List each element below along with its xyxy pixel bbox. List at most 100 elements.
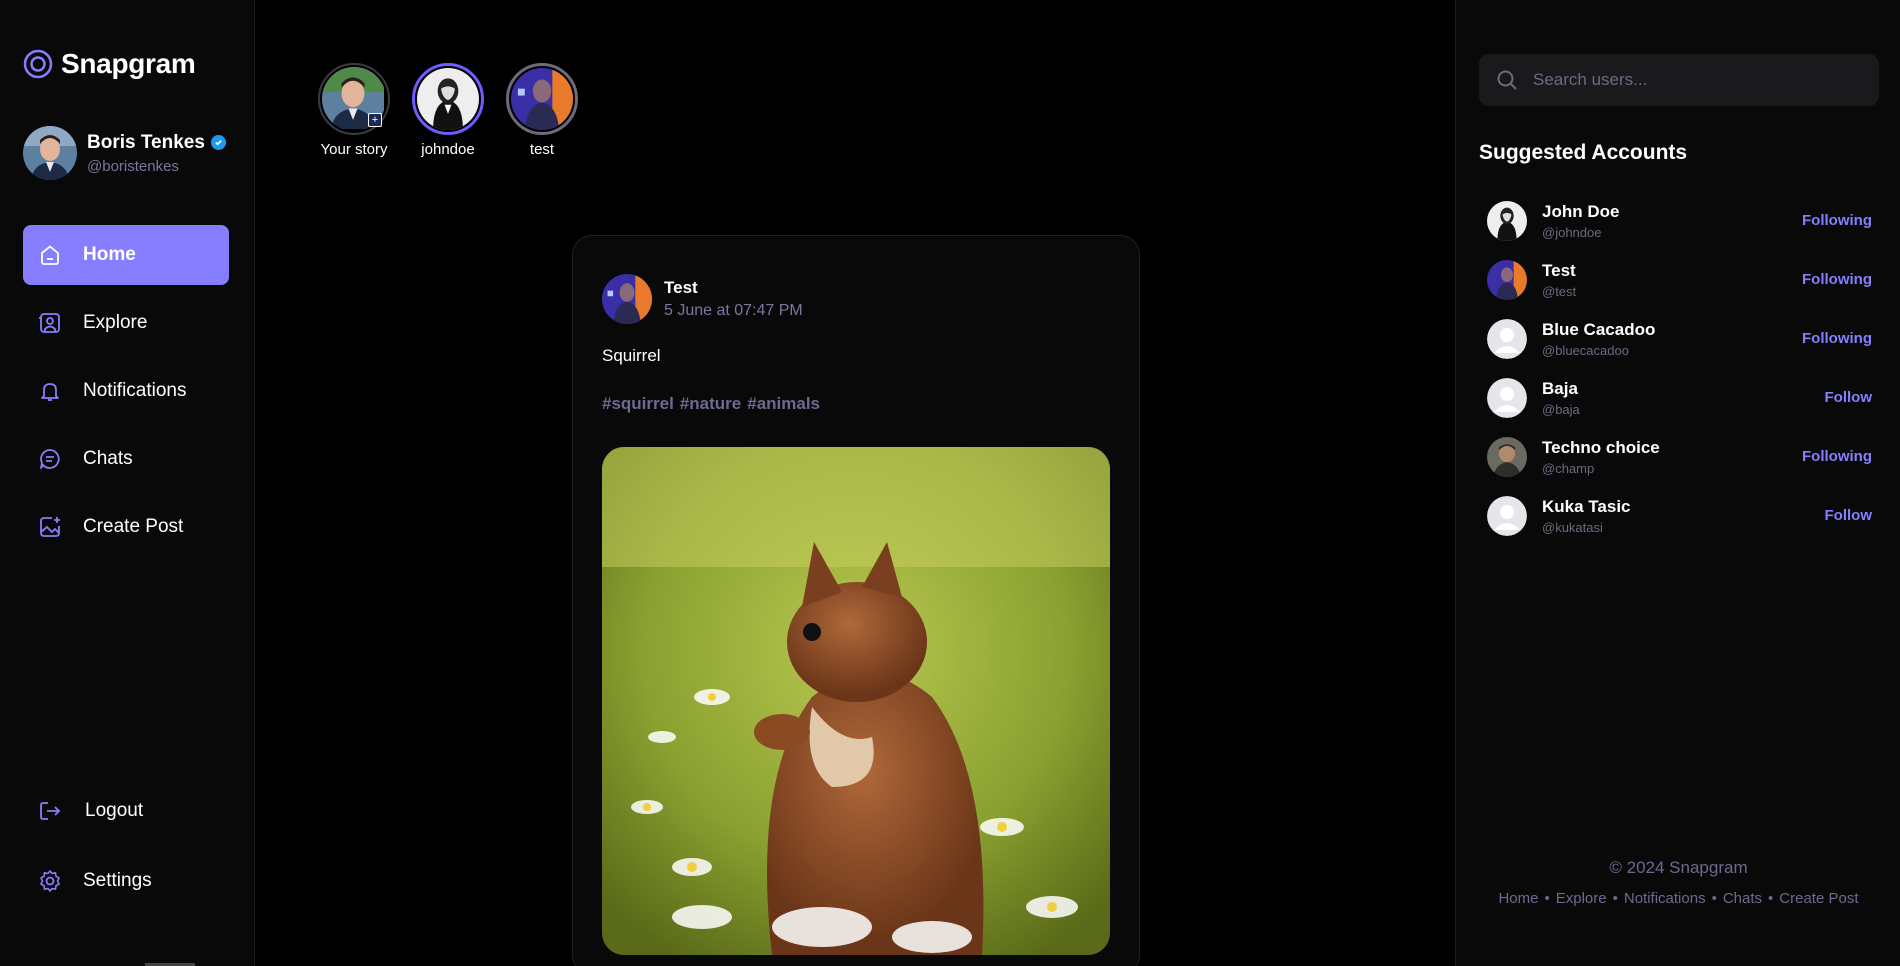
footer-links: Home • Explore • Notifications • Chats •… xyxy=(1456,890,1900,907)
list-item[interactable]: Baja @baja Follow xyxy=(1487,368,1872,427)
account-name: Kuka Tasic xyxy=(1542,496,1631,516)
follow-button[interactable]: Follow xyxy=(1825,507,1873,524)
nav-item-notifications[interactable]: Notifications xyxy=(23,361,229,421)
verified-badge-icon xyxy=(210,135,226,150)
story-label: test xyxy=(529,141,555,158)
hashtag[interactable]: #animals xyxy=(747,394,820,414)
home-icon xyxy=(41,245,59,265)
create-post-icon xyxy=(40,517,60,537)
follow-button[interactable]: Following xyxy=(1802,330,1872,347)
bell-icon xyxy=(41,383,59,401)
avatar xyxy=(1487,377,1527,418)
account-handle: @kukatasi xyxy=(1542,519,1603,535)
follow-button[interactable]: Following xyxy=(1802,271,1872,288)
separator: • xyxy=(1768,890,1774,907)
story-item-test[interactable]: test xyxy=(506,63,578,158)
app-logo[interactable]: Snapgram xyxy=(23,48,196,80)
separator: • xyxy=(1711,890,1717,907)
search-icon xyxy=(1497,70,1517,90)
story-item-johndoe[interactable]: johndoe xyxy=(412,63,484,158)
left-sidebar: Snapgram Boris Tenkes @boristenkes Home … xyxy=(0,0,255,966)
avatar xyxy=(23,126,77,180)
hashtag[interactable]: #squirrel xyxy=(602,394,674,414)
follow-button[interactable]: Follow xyxy=(1825,389,1873,406)
separator: • xyxy=(1544,890,1550,907)
list-item[interactable]: Kuka Tasic @kukatasi Follow xyxy=(1487,486,1872,545)
list-item[interactable]: Techno choice @champ Following xyxy=(1487,427,1872,486)
explore-icon xyxy=(39,313,60,333)
post-card: Test 5 June at 07:47 PM Squirrel #squirr… xyxy=(572,235,1140,966)
main-feed: + Your story johndoe test Test 5 June at… xyxy=(256,0,1454,966)
post-tags: #squirrel #nature #animals xyxy=(602,394,820,414)
nav-label: Explore xyxy=(83,312,148,333)
list-item[interactable]: Test @test Following xyxy=(1487,250,1872,309)
chat-icon xyxy=(40,449,60,469)
footer-link-home[interactable]: Home xyxy=(1498,890,1538,907)
account-handle: @baja xyxy=(1542,401,1580,417)
nav-item-chats[interactable]: Chats xyxy=(23,429,229,489)
settings-label: Settings xyxy=(83,870,152,891)
nav-label: Notifications xyxy=(83,380,187,401)
avatar xyxy=(1487,259,1527,300)
logout-label: Logout xyxy=(85,800,144,821)
logo-icon xyxy=(23,49,53,79)
suggested-accounts-list: John Doe @johndoe Following Test @test F… xyxy=(1487,191,1872,545)
account-handle: @champ xyxy=(1542,460,1595,476)
app-name: Snapgram xyxy=(61,48,196,79)
account-name: Test xyxy=(1542,260,1576,280)
post-author[interactable]: Test xyxy=(664,278,803,298)
follow-button[interactable]: Following xyxy=(1802,212,1872,229)
post-caption: Squirrel xyxy=(602,346,661,365)
account-name: Baja xyxy=(1542,378,1578,398)
account-name: Techno choice xyxy=(1542,437,1660,457)
list-item[interactable]: Blue Cacadoo @bluecacadoo Following xyxy=(1487,309,1872,368)
nav-item-home[interactable]: Home xyxy=(23,225,229,285)
bottom-nav: Logout Settings xyxy=(23,780,229,920)
user-handle: @boristenkes xyxy=(87,157,179,175)
user-name: Boris Tenkes xyxy=(87,131,205,153)
logout-button[interactable]: Logout xyxy=(23,780,229,842)
footer-link-explore[interactable]: Explore xyxy=(1556,890,1607,907)
nav-item-create-post[interactable]: Create Post xyxy=(23,497,229,557)
story-label: johndoe xyxy=(421,141,475,158)
nav-label: Home xyxy=(83,244,136,265)
footer: © 2024 Snapgram Home • Explore • Notific… xyxy=(1456,858,1900,907)
follow-button[interactable]: Following xyxy=(1802,448,1872,465)
footer-link-create-post[interactable]: Create Post xyxy=(1779,890,1858,907)
avatar xyxy=(511,68,573,130)
add-story-icon[interactable]: + xyxy=(368,113,382,127)
right-sidebar: Suggested Accounts John Doe @johndoe Fol… xyxy=(1455,0,1900,966)
stories-bar: + Your story johndoe test xyxy=(318,63,578,158)
logout-icon xyxy=(40,802,61,820)
hashtag[interactable]: #nature xyxy=(680,394,741,414)
account-handle: @test xyxy=(1542,283,1577,299)
main-nav: Home Explore Notifications Chats Create … xyxy=(23,225,229,565)
current-user-profile[interactable]: Boris Tenkes @boristenkes xyxy=(23,126,226,180)
separator: • xyxy=(1612,890,1618,907)
copyright: © 2024 Snapgram xyxy=(1609,858,1748,877)
nav-label: Create Post xyxy=(83,516,184,537)
story-label: Your story xyxy=(320,141,388,158)
avatar xyxy=(1487,200,1527,241)
nav-item-explore[interactable]: Explore xyxy=(23,293,229,353)
footer-link-notifications[interactable]: Notifications xyxy=(1624,890,1706,907)
post-image[interactable] xyxy=(602,447,1110,955)
settings-button[interactable]: Settings xyxy=(23,850,229,912)
post-date: 5 June at 07:47 PM xyxy=(664,302,803,319)
avatar xyxy=(1487,436,1527,477)
suggested-accounts-title: Suggested Accounts xyxy=(1479,141,1688,164)
search-bar[interactable] xyxy=(1479,54,1879,106)
avatar xyxy=(1487,318,1527,359)
gear-icon xyxy=(40,870,60,892)
search-input[interactable] xyxy=(1533,70,1833,90)
avatar[interactable] xyxy=(602,274,652,324)
nav-label: Chats xyxy=(83,448,133,469)
account-name: John Doe xyxy=(1542,201,1620,221)
account-handle: @johndoe xyxy=(1542,224,1602,240)
story-item-own[interactable]: + Your story xyxy=(318,63,390,158)
list-item[interactable]: John Doe @johndoe Following xyxy=(1487,191,1872,250)
account-handle: @bluecacadoo xyxy=(1542,342,1629,358)
post-header: Test 5 June at 07:47 PM xyxy=(602,274,803,324)
footer-link-chats[interactable]: Chats xyxy=(1723,890,1762,907)
avatar xyxy=(417,68,479,130)
